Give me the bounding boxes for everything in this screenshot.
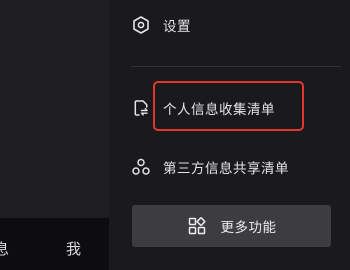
menu-item-personal-info-label: 个人信息收集清单	[163, 102, 275, 118]
menu-item-settings-label: 设置	[163, 19, 191, 35]
grid-apps-icon	[187, 216, 207, 236]
more-features-button[interactable]: 更多功能	[132, 205, 331, 247]
bottom-nav	[0, 218, 109, 270]
side-drawer: 设置 个人信息收集清单 第三方信息共享清单 更多功能	[109, 0, 350, 270]
background-content	[0, 0, 109, 218]
gear-icon	[131, 15, 151, 35]
document-sync-icon	[131, 98, 151, 118]
menu-item-personal-info-list[interactable]: 个人信息收集清单	[131, 96, 275, 120]
share-nodes-icon	[131, 157, 151, 177]
divider	[131, 66, 341, 67]
screen: 息 我 设置 个人信息收集清单 第三方信息共享清单 更多功能	[0, 0, 350, 270]
menu-item-third-party-label: 第三方信息共享清单	[163, 161, 289, 177]
menu-item-third-party-sharing-list[interactable]: 第三方信息共享清单	[131, 155, 289, 179]
bottom-tab-me[interactable]: 我	[66, 238, 81, 259]
menu-item-settings[interactable]: 设置	[131, 13, 191, 37]
bottom-tab-messages[interactable]: 息	[0, 238, 9, 259]
more-features-label: 更多功能	[220, 220, 277, 236]
